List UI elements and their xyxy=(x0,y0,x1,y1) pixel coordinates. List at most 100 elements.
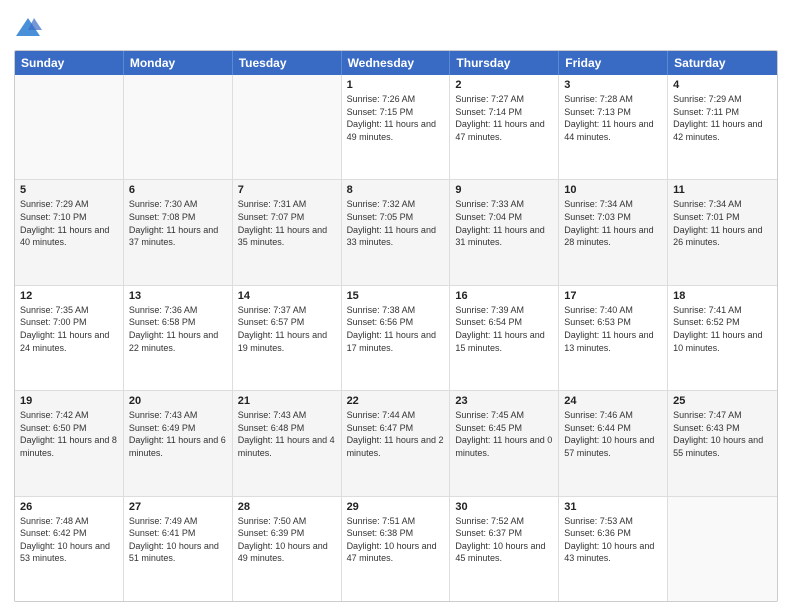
day-number: 26 xyxy=(20,501,118,513)
calendar-cell-3: 3 Sunrise: 7:28 AM Sunset: 7:13 PM Daylig… xyxy=(559,75,668,179)
header-day-thursday: Thursday xyxy=(450,51,559,75)
cell-details: Sunrise: 7:30 AM Sunset: 7:08 PM Dayligh… xyxy=(129,198,227,248)
day-number: 17 xyxy=(564,290,662,302)
cell-details: Sunrise: 7:50 AM Sunset: 6:39 PM Dayligh… xyxy=(238,515,336,565)
calendar-row-4: 26 Sunrise: 7:48 AM Sunset: 6:42 PM Dayli… xyxy=(15,497,777,601)
cell-details: Sunrise: 7:40 AM Sunset: 6:53 PM Dayligh… xyxy=(564,304,662,354)
page-header xyxy=(14,10,778,42)
day-number: 2 xyxy=(455,79,553,91)
cell-details: Sunrise: 7:47 AM Sunset: 6:43 PM Dayligh… xyxy=(673,409,772,459)
cell-details: Sunrise: 7:52 AM Sunset: 6:37 PM Dayligh… xyxy=(455,515,553,565)
calendar-cell-2: 2 Sunrise: 7:27 AM Sunset: 7:14 PM Daylig… xyxy=(450,75,559,179)
calendar: SundayMondayTuesdayWednesdayThursdayFrid… xyxy=(14,50,778,602)
calendar-cell-16: 16 Sunrise: 7:39 AM Sunset: 6:54 PM Dayli… xyxy=(450,286,559,390)
cell-details: Sunrise: 7:39 AM Sunset: 6:54 PM Dayligh… xyxy=(455,304,553,354)
calendar-cell-29: 29Sunrise: 7:51 AM Sunset: 6:38 PM Dayli… xyxy=(342,497,451,601)
day-number: 1 xyxy=(347,79,445,91)
calendar-body: 1Sunrise: 7:26 AM Sunset: 7:15 PM Daylig… xyxy=(15,75,777,601)
cell-details: Sunrise: 7:48 AM Sunset: 6:42 PM Dayligh… xyxy=(20,515,118,565)
day-number: 3 xyxy=(564,79,662,91)
calendar-cell-24: 24 Sunrise: 7:46 AM Sunset: 6:44 PM Dayli… xyxy=(559,391,668,495)
day-number: 8 xyxy=(347,184,445,196)
calendar-cell-28: 28 Sunrise: 7:50 AM Sunset: 6:39 PM Dayli… xyxy=(233,497,342,601)
cell-details: Sunrise: 7:29 AM Sunset: 7:11 PM Dayligh… xyxy=(673,93,772,143)
calendar-cell-27: 27 Sunrise: 7:49 AM Sunset: 6:41 PM Dayli… xyxy=(124,497,233,601)
calendar-cell-11: 11Sunrise: 7:34 AM Sunset: 7:01 PM Dayli… xyxy=(668,180,777,284)
cell-details: Sunrise: 7:33 AM Sunset: 7:04 PM Dayligh… xyxy=(455,198,553,248)
calendar-cell-empty xyxy=(124,75,233,179)
cell-details: Sunrise: 7:43 AM Sunset: 6:48 PM Dayligh… xyxy=(238,409,336,459)
cell-details: Sunrise: 7:41 AM Sunset: 6:52 PM Dayligh… xyxy=(673,304,772,354)
calendar-cell-8: 8 Sunrise: 7:32 AM Sunset: 7:05 PM Daylig… xyxy=(342,180,451,284)
day-number: 14 xyxy=(238,290,336,302)
day-number: 20 xyxy=(129,395,227,407)
calendar-cell-25: 25 Sunrise: 7:47 AM Sunset: 6:43 PM Dayli… xyxy=(668,391,777,495)
calendar-cell-22: 22Sunrise: 7:44 AM Sunset: 6:47 PM Dayli… xyxy=(342,391,451,495)
day-number: 28 xyxy=(238,501,336,513)
day-number: 9 xyxy=(455,184,553,196)
cell-details: Sunrise: 7:32 AM Sunset: 7:05 PM Dayligh… xyxy=(347,198,445,248)
day-number: 30 xyxy=(455,501,553,513)
calendar-cell-1: 1Sunrise: 7:26 AM Sunset: 7:15 PM Daylig… xyxy=(342,75,451,179)
calendar-cell-10: 10 Sunrise: 7:34 AM Sunset: 7:03 PM Dayli… xyxy=(559,180,668,284)
cell-details: Sunrise: 7:34 AM Sunset: 7:03 PM Dayligh… xyxy=(564,198,662,248)
cell-details: Sunrise: 7:46 AM Sunset: 6:44 PM Dayligh… xyxy=(564,409,662,459)
cell-details: Sunrise: 7:53 AM Sunset: 6:36 PM Dayligh… xyxy=(564,515,662,565)
day-number: 4 xyxy=(673,79,772,91)
cell-details: Sunrise: 7:44 AM Sunset: 6:47 PM Dayligh… xyxy=(347,409,445,459)
cell-details: Sunrise: 7:27 AM Sunset: 7:14 PM Dayligh… xyxy=(455,93,553,143)
cell-details: Sunrise: 7:43 AM Sunset: 6:49 PM Dayligh… xyxy=(129,409,227,459)
calendar-cell-14: 14 Sunrise: 7:37 AM Sunset: 6:57 PM Dayli… xyxy=(233,286,342,390)
cell-details: Sunrise: 7:29 AM Sunset: 7:10 PM Dayligh… xyxy=(20,198,118,248)
logo-icon xyxy=(14,14,42,42)
calendar-cell-15: 15Sunrise: 7:38 AM Sunset: 6:56 PM Dayli… xyxy=(342,286,451,390)
day-number: 5 xyxy=(20,184,118,196)
day-number: 11 xyxy=(673,184,772,196)
calendar-cell-12: 12 Sunrise: 7:35 AM Sunset: 7:00 PM Dayli… xyxy=(15,286,124,390)
day-number: 31 xyxy=(564,501,662,513)
calendar-row-3: 19Sunrise: 7:42 AM Sunset: 6:50 PM Dayli… xyxy=(15,391,777,496)
cell-details: Sunrise: 7:42 AM Sunset: 6:50 PM Dayligh… xyxy=(20,409,118,459)
day-number: 6 xyxy=(129,184,227,196)
day-number: 25 xyxy=(673,395,772,407)
cell-details: Sunrise: 7:51 AM Sunset: 6:38 PM Dayligh… xyxy=(347,515,445,565)
calendar-row-2: 12 Sunrise: 7:35 AM Sunset: 7:00 PM Dayli… xyxy=(15,286,777,391)
day-number: 10 xyxy=(564,184,662,196)
day-number: 24 xyxy=(564,395,662,407)
header-day-sunday: Sunday xyxy=(15,51,124,75)
day-number: 13 xyxy=(129,290,227,302)
calendar-cell-empty xyxy=(668,497,777,601)
calendar-row-1: 5 Sunrise: 7:29 AM Sunset: 7:10 PM Daylig… xyxy=(15,180,777,285)
calendar-cell-21: 21 Sunrise: 7:43 AM Sunset: 6:48 PM Dayli… xyxy=(233,391,342,495)
day-number: 27 xyxy=(129,501,227,513)
calendar-cell-17: 17 Sunrise: 7:40 AM Sunset: 6:53 PM Dayli… xyxy=(559,286,668,390)
day-number: 12 xyxy=(20,290,118,302)
cell-details: Sunrise: 7:31 AM Sunset: 7:07 PM Dayligh… xyxy=(238,198,336,248)
calendar-header: SundayMondayTuesdayWednesdayThursdayFrid… xyxy=(15,51,777,75)
page-container: SundayMondayTuesdayWednesdayThursdayFrid… xyxy=(0,0,792,612)
header-day-saturday: Saturday xyxy=(668,51,777,75)
day-number: 7 xyxy=(238,184,336,196)
calendar-cell-26: 26 Sunrise: 7:48 AM Sunset: 6:42 PM Dayli… xyxy=(15,497,124,601)
header-day-monday: Monday xyxy=(124,51,233,75)
calendar-cell-20: 20 Sunrise: 7:43 AM Sunset: 6:49 PM Dayli… xyxy=(124,391,233,495)
calendar-cell-19: 19Sunrise: 7:42 AM Sunset: 6:50 PM Dayli… xyxy=(15,391,124,495)
day-number: 15 xyxy=(347,290,445,302)
cell-details: Sunrise: 7:28 AM Sunset: 7:13 PM Dayligh… xyxy=(564,93,662,143)
calendar-cell-13: 13 Sunrise: 7:36 AM Sunset: 6:58 PM Dayli… xyxy=(124,286,233,390)
day-number: 16 xyxy=(455,290,553,302)
cell-details: Sunrise: 7:49 AM Sunset: 6:41 PM Dayligh… xyxy=(129,515,227,565)
cell-details: Sunrise: 7:37 AM Sunset: 6:57 PM Dayligh… xyxy=(238,304,336,354)
calendar-cell-30: 30 Sunrise: 7:52 AM Sunset: 6:37 PM Dayli… xyxy=(450,497,559,601)
day-number: 18 xyxy=(673,290,772,302)
cell-details: Sunrise: 7:35 AM Sunset: 7:00 PM Dayligh… xyxy=(20,304,118,354)
calendar-cell-5: 5 Sunrise: 7:29 AM Sunset: 7:10 PM Daylig… xyxy=(15,180,124,284)
calendar-cell-4: 4 Sunrise: 7:29 AM Sunset: 7:11 PM Daylig… xyxy=(668,75,777,179)
calendar-cell-7: 7 Sunrise: 7:31 AM Sunset: 7:07 PM Daylig… xyxy=(233,180,342,284)
day-number: 21 xyxy=(238,395,336,407)
calendar-cell-31: 31 Sunrise: 7:53 AM Sunset: 6:36 PM Dayli… xyxy=(559,497,668,601)
cell-details: Sunrise: 7:36 AM Sunset: 6:58 PM Dayligh… xyxy=(129,304,227,354)
calendar-cell-9: 9 Sunrise: 7:33 AM Sunset: 7:04 PM Daylig… xyxy=(450,180,559,284)
calendar-cell-6: 6 Sunrise: 7:30 AM Sunset: 7:08 PM Daylig… xyxy=(124,180,233,284)
cell-details: Sunrise: 7:45 AM Sunset: 6:45 PM Dayligh… xyxy=(455,409,553,459)
